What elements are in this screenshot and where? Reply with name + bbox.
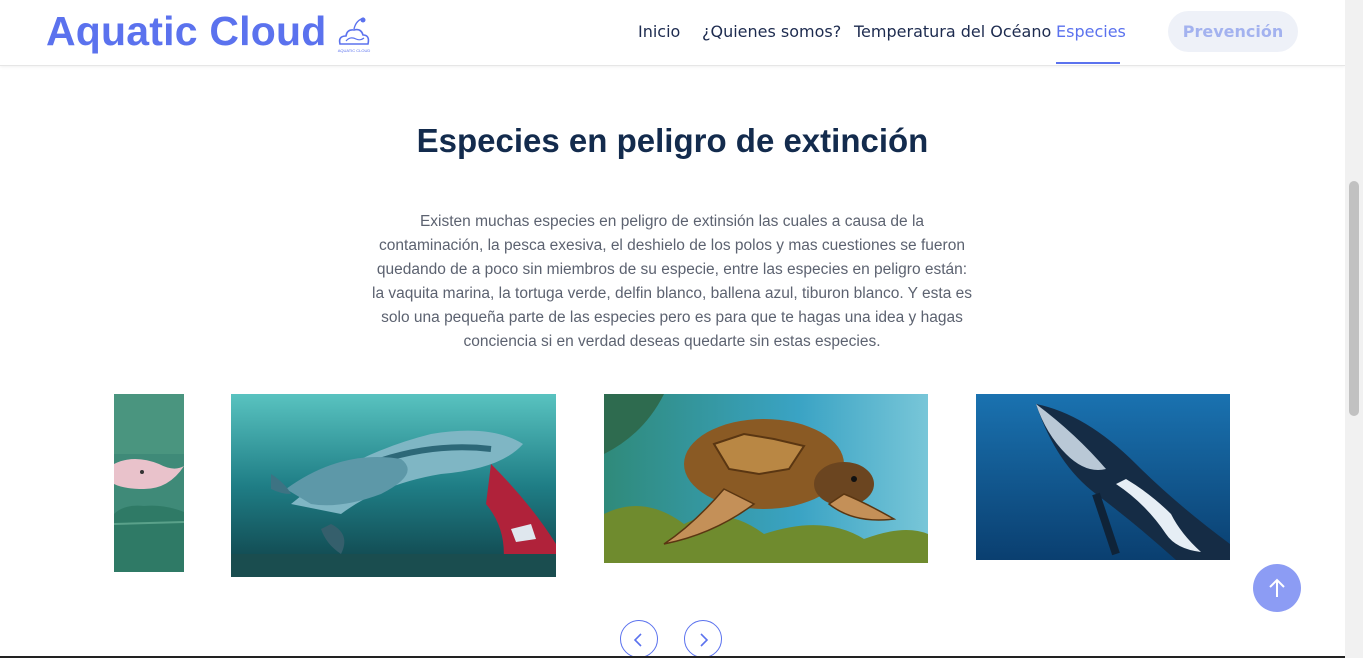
nav-active-indicator (1056, 62, 1120, 64)
carousel-prev-button[interactable] (620, 620, 658, 658)
scrollbar-thumb[interactable] (1349, 181, 1359, 416)
logo-caption: AQUATIC CLOUD (338, 48, 371, 53)
arrow-up-icon (1269, 578, 1285, 597)
slide-sea-turtle[interactable] (604, 394, 928, 563)
section-description: Existen muchas especies en peligro de ex… (372, 213, 973, 350)
chevron-left-icon (633, 633, 642, 647)
slide-pink-dolphin[interactable] (114, 394, 184, 572)
vertical-scrollbar[interactable] (1345, 0, 1363, 658)
section-title: Especies en peligro de extinción (416, 122, 929, 159)
site-header: Aquatic Cloud AQUATIC CLOUD Inicio ¿Quie… (0, 0, 1345, 66)
nav-inicio[interactable]: Inicio (638, 22, 680, 41)
slide-humpback-whale[interactable] (976, 394, 1230, 560)
nav-quienes-somos[interactable]: ¿Quienes somos? (702, 22, 841, 41)
carousel-next-button[interactable] (684, 620, 722, 658)
logo-text[interactable]: Aquatic Cloud (46, 8, 326, 55)
slide-vaquita-marina[interactable] (231, 394, 556, 577)
chevron-right-icon (700, 633, 709, 647)
back-to-top-button[interactable] (1253, 564, 1301, 612)
whale-cloud-logo-icon[interactable]: AQUATIC CLOUD (334, 14, 374, 54)
nav-temperatura[interactable]: Temperatura del Océano (854, 22, 1051, 41)
nav-especies[interactable]: Especies (1056, 22, 1126, 41)
prevencion-button[interactable]: Prevención (1168, 11, 1298, 52)
